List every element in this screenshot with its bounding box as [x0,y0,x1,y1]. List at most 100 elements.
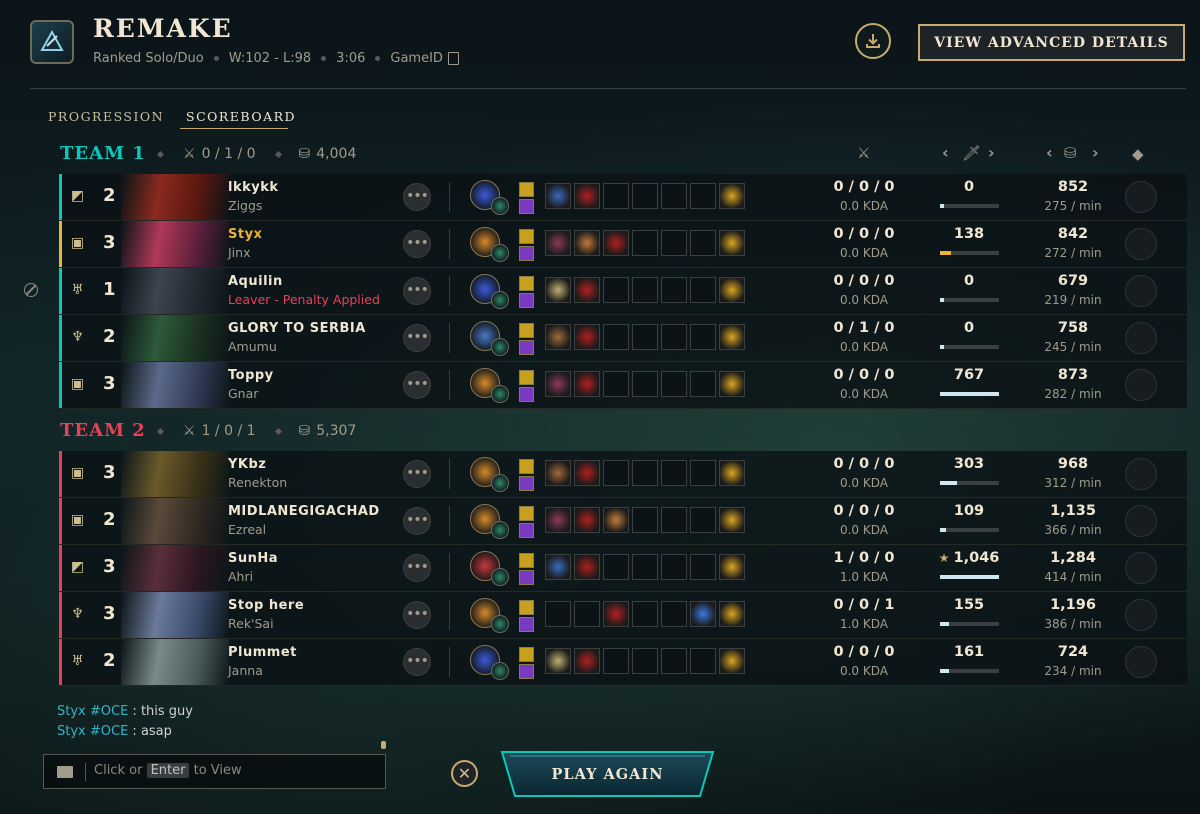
item-slot[interactable] [574,230,600,256]
gold-next-arrow[interactable]: › [1092,143,1099,162]
honor-button[interactable] [1125,228,1157,260]
item-slot[interactable] [545,371,571,397]
player-row[interactable]: ▣ 3 YKbz Renekton ••• 0 / 0 / 0 0.0 KDA … [59,451,1187,498]
summoner-name[interactable]: SunHa [228,551,278,566]
item-slot[interactable] [719,460,745,486]
item-slot[interactable] [545,230,571,256]
download-button[interactable] [855,23,891,59]
player-row[interactable]: ◩ 2 lkkykk Ziggs ••• 0 / 0 / 0 0.0 KDA 0… [59,174,1187,221]
item-slot[interactable] [574,183,600,209]
damage-prev-arrow[interactable]: ‹ [942,143,949,162]
more-options-button[interactable]: ••• [403,648,431,676]
item-slot[interactable] [574,277,600,303]
empty-item-slot[interactable] [661,554,687,580]
player-row[interactable]: ♆ 3 Stop here Rek'Sai ••• 0 / 0 / 1 1.0 … [59,592,1187,639]
item-slot[interactable] [719,230,745,256]
item-slot[interactable] [545,554,571,580]
chat-scrollbar[interactable] [381,741,386,749]
empty-item-slot[interactable] [661,277,687,303]
summoner-name[interactable]: Styx [228,227,262,242]
empty-item-slot[interactable] [661,324,687,350]
more-options-button[interactable]: ••• [403,277,431,305]
player-row[interactable]: ♆ 2 GLORY TO SERBIA Amumu ••• 0 / 1 / 0 … [59,315,1187,362]
item-slot[interactable] [603,601,629,627]
empty-item-slot[interactable] [661,230,687,256]
gold-prev-arrow[interactable]: ‹ [1046,143,1053,162]
item-slot[interactable] [719,507,745,533]
empty-item-slot[interactable] [661,183,687,209]
empty-item-slot[interactable] [690,554,716,580]
empty-item-slot[interactable] [632,371,658,397]
empty-item-slot[interactable] [690,648,716,674]
empty-item-slot[interactable] [574,601,600,627]
honor-button[interactable] [1125,646,1157,678]
empty-item-slot[interactable] [603,648,629,674]
view-advanced-details-button[interactable]: VIEW ADVANCED DETAILS [918,24,1185,61]
honor-button[interactable] [1125,181,1157,213]
game-id-copy[interactable]: GameID [390,51,459,66]
item-slot[interactable] [719,648,745,674]
item-slot[interactable] [545,324,571,350]
honor-button[interactable] [1125,505,1157,537]
empty-item-slot[interactable] [632,507,658,533]
tab-progression[interactable]: PROGRESSION [48,109,164,124]
empty-item-slot[interactable] [632,230,658,256]
more-options-button[interactable]: ••• [403,507,431,535]
player-row[interactable]: ◩ 3 SunHa Ahri ••• 1 / 0 / 0 1.0 KDA ★ 1… [59,545,1187,592]
damage-next-arrow[interactable]: › [988,143,995,162]
item-slot[interactable] [574,324,600,350]
summoner-name[interactable]: Aquilin [228,274,283,289]
empty-item-slot[interactable] [632,554,658,580]
empty-item-slot[interactable] [603,371,629,397]
summoner-name[interactable]: Stop here [228,598,304,613]
empty-item-slot[interactable] [603,460,629,486]
empty-item-slot[interactable] [632,460,658,486]
empty-item-slot[interactable] [690,507,716,533]
play-again-label[interactable]: PLAY AGAIN [500,766,715,783]
player-row[interactable]: ▣ 3 Toppy Gnar ••• 0 / 0 / 0 0.0 KDA 767… [59,362,1187,409]
chat-author[interactable]: Styx #OCE [57,724,128,739]
empty-item-slot[interactable] [632,648,658,674]
summoner-name[interactable]: Toppy [228,368,274,383]
honor-button[interactable] [1125,322,1157,354]
summoner-name[interactable]: lkkykk [228,180,279,195]
item-slot[interactable] [719,324,745,350]
player-row[interactable]: ♅ 1 Aquilin Leaver - Penalty Applied •••… [59,268,1187,315]
empty-item-slot[interactable] [690,371,716,397]
empty-item-slot[interactable] [603,324,629,350]
empty-item-slot[interactable] [661,371,687,397]
close-button[interactable]: ✕ [451,760,478,787]
item-slot[interactable] [603,507,629,533]
player-row[interactable]: ▣ 3 Styx Jinx ••• 0 / 0 / 0 0.0 KDA 138 … [59,221,1187,268]
empty-item-slot[interactable] [661,507,687,533]
item-slot[interactable] [574,460,600,486]
empty-item-slot[interactable] [545,601,571,627]
empty-item-slot[interactable] [690,230,716,256]
empty-item-slot[interactable] [632,277,658,303]
player-row[interactable]: ♅ 2 Plummet Janna ••• 0 / 0 / 0 0.0 KDA … [59,639,1187,686]
honor-button[interactable] [1125,552,1157,584]
item-slot[interactable] [690,601,716,627]
item-slot[interactable] [719,601,745,627]
chat-author[interactable]: Styx #OCE [57,704,128,719]
empty-item-slot[interactable] [632,324,658,350]
item-slot[interactable] [719,183,745,209]
item-slot[interactable] [574,507,600,533]
more-options-button[interactable]: ••• [403,371,431,399]
empty-item-slot[interactable] [603,554,629,580]
empty-item-slot[interactable] [690,277,716,303]
more-options-button[interactable]: ••• [403,183,431,211]
empty-item-slot[interactable] [690,183,716,209]
tab-scoreboard[interactable]: SCOREBOARD [186,109,296,124]
item-slot[interactable] [574,554,600,580]
more-options-button[interactable]: ••• [403,601,431,629]
empty-item-slot[interactable] [690,460,716,486]
honor-button[interactable] [1125,599,1157,631]
empty-item-slot[interactable] [661,601,687,627]
empty-item-slot[interactable] [632,601,658,627]
summoner-name[interactable]: YKbz [228,457,266,472]
summoner-name[interactable]: GLORY TO SERBIA [228,321,366,336]
more-options-button[interactable]: ••• [403,230,431,258]
honor-button[interactable] [1125,369,1157,401]
honor-button[interactable] [1125,458,1157,490]
